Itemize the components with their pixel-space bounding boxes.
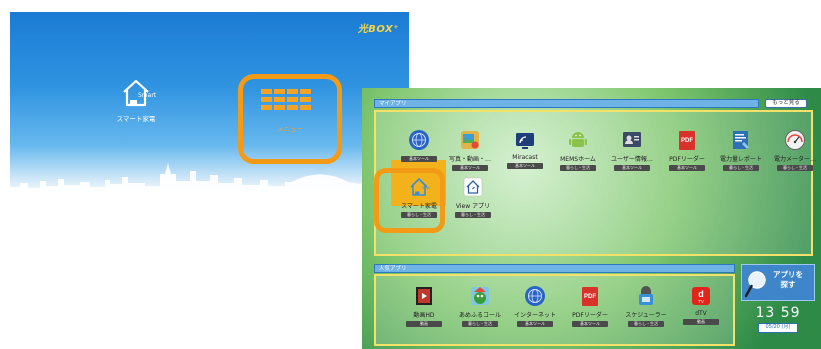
menu-tile[interactable]: メニュー	[238, 74, 342, 164]
smart-home-label: スマート家電	[116, 115, 156, 123]
svg-text:PDF: PDF	[681, 138, 693, 144]
rain-call-icon	[469, 285, 491, 307]
app-tile-internet-popular[interactable]: インターネット 基本ツール	[507, 285, 563, 327]
app-tile-miracast[interactable]: Miracast 基本ツール	[497, 129, 553, 169]
app-name: PDFリーダー	[669, 156, 705, 163]
brand-logo: 光BOX⁺	[357, 24, 399, 35]
app-tile-scheduler[interactable]: スケジューラー 暮らし・生活	[618, 285, 674, 327]
menu-label: メニュー	[277, 125, 303, 133]
dtv-icon: d TV	[690, 285, 712, 307]
app-name: ユーザー情報…	[611, 156, 653, 163]
photo-icon	[459, 129, 481, 151]
menu-grid-icon	[261, 89, 313, 110]
app-category: 基本ツール	[572, 321, 608, 327]
app-name: dTV	[695, 310, 707, 317]
clock-widget: 13 59 05/20 (月)	[742, 301, 814, 347]
app-category: 基本ツール	[401, 156, 437, 162]
app-category: 基本ツール	[507, 163, 543, 169]
internet-icon	[524, 285, 546, 307]
app-tile-video-hd[interactable]: 動画HD 動画	[396, 285, 452, 327]
pdf-icon: PDF	[579, 285, 601, 307]
my-apps-header: マイアプリ	[374, 99, 759, 108]
svg-text:PDF: PDF	[584, 294, 596, 300]
app-name: 電力メーター…	[773, 156, 816, 163]
app-name: 電力量レポート	[719, 156, 762, 163]
focus-highlight-ring	[374, 168, 445, 233]
app-name: あめふるコール	[458, 312, 501, 319]
app-tile-internet[interactable]: 基本ツール	[391, 129, 447, 162]
app-name: 動画HD	[413, 312, 435, 319]
app-category: 基本ツール	[517, 321, 553, 327]
home-screen: 光BOX⁺ Smart スマート家電 メニュー	[10, 12, 409, 197]
my-apps-title: マイアプリ	[379, 101, 407, 107]
svg-text:d: d	[698, 289, 704, 299]
globe-icon	[408, 129, 430, 151]
android-icon	[567, 129, 589, 151]
search-label-line2: 探す	[780, 280, 796, 289]
pdf-icon: PDF	[676, 129, 698, 151]
svg-text:TV: TV	[698, 299, 704, 304]
app-tile-pdf-reader[interactable]: PDF PDFリーダー 基本ツール	[659, 129, 715, 171]
app-name: 写真・動画・…	[448, 156, 491, 163]
app-name: スケジューラー	[625, 312, 667, 319]
app-category: 基本ツール	[614, 165, 650, 171]
search-apps-button[interactable]: アプリを 探す	[741, 264, 815, 301]
app-category: 動画	[406, 321, 442, 327]
app-tile-mems-home[interactable]: MEMSホーム 暮らし・生活	[550, 129, 606, 171]
app-tile-pdf-reader-popular[interactable]: PDF PDFリーダー 基本ツール	[562, 285, 618, 327]
smart-home-tile[interactable]: Smart スマート家電	[110, 76, 162, 123]
smart-icon-text: Smart	[138, 92, 157, 99]
scheduler-icon	[635, 285, 657, 307]
user-info-icon	[621, 129, 643, 151]
app-category: 暮らし・生活	[628, 321, 664, 327]
app-tile-photo[interactable]: 写真・動画・… 基本ツール	[442, 129, 498, 171]
app-category: 暮らし・生活	[777, 165, 813, 171]
app-name: PDFリーダー	[572, 312, 608, 319]
app-tile-power-meter[interactable]: 電力メーター… 暮らし・生活	[767, 129, 821, 171]
power-report-icon	[730, 129, 752, 151]
app-tile-user-info[interactable]: ユーザー情報… 基本ツール	[604, 129, 660, 171]
app-category: 暮らし・生活	[723, 165, 759, 171]
city-skyline	[10, 163, 409, 197]
app-tile-power-report[interactable]: 電力量レポート 暮らし・生活	[713, 129, 769, 171]
more-button[interactable]: もっと見る	[765, 99, 807, 108]
app-category: 暮らし・生活	[560, 165, 596, 171]
app-category: 動画	[683, 319, 719, 325]
app-screen: マイアプリ もっと見る 基本ツール 写真・動画・… 基本ツール Miracast…	[362, 88, 821, 349]
app-name: View アプリ	[455, 203, 491, 210]
video-hd-icon	[413, 285, 435, 307]
popular-apps-header: 人気アプリ	[374, 264, 735, 273]
miracast-icon	[514, 129, 536, 151]
app-category: 基本ツール	[452, 165, 488, 171]
app-category: 暮らし・生活	[455, 212, 491, 218]
popular-apps-title: 人気アプリ	[379, 266, 407, 272]
popular-apps-panel: 動画HD 動画 あめふるコール 暮らし・生活 インターネット 基本ツール PDF…	[374, 274, 735, 346]
app-name: インターネット	[513, 312, 556, 319]
app-category: 暮らし・生活	[462, 321, 498, 327]
clock-date: 05/20 (月)	[758, 323, 798, 333]
view-app-icon	[462, 176, 484, 198]
power-meter-icon	[784, 129, 806, 151]
app-tile-rain-call[interactable]: あめふるコール 暮らし・生活	[452, 285, 508, 327]
app-name: MEMSホーム	[560, 156, 596, 163]
app-tile-view-app[interactable]: View アプリ 暮らし・生活	[445, 176, 501, 218]
app-name: Miracast	[512, 154, 538, 161]
app-category: 基本ツール	[669, 165, 705, 171]
search-label-line1: アプリを	[773, 270, 803, 279]
clock-time: 13 59	[755, 305, 801, 321]
app-tile-dtv[interactable]: d TV dTV 動画	[673, 285, 729, 325]
